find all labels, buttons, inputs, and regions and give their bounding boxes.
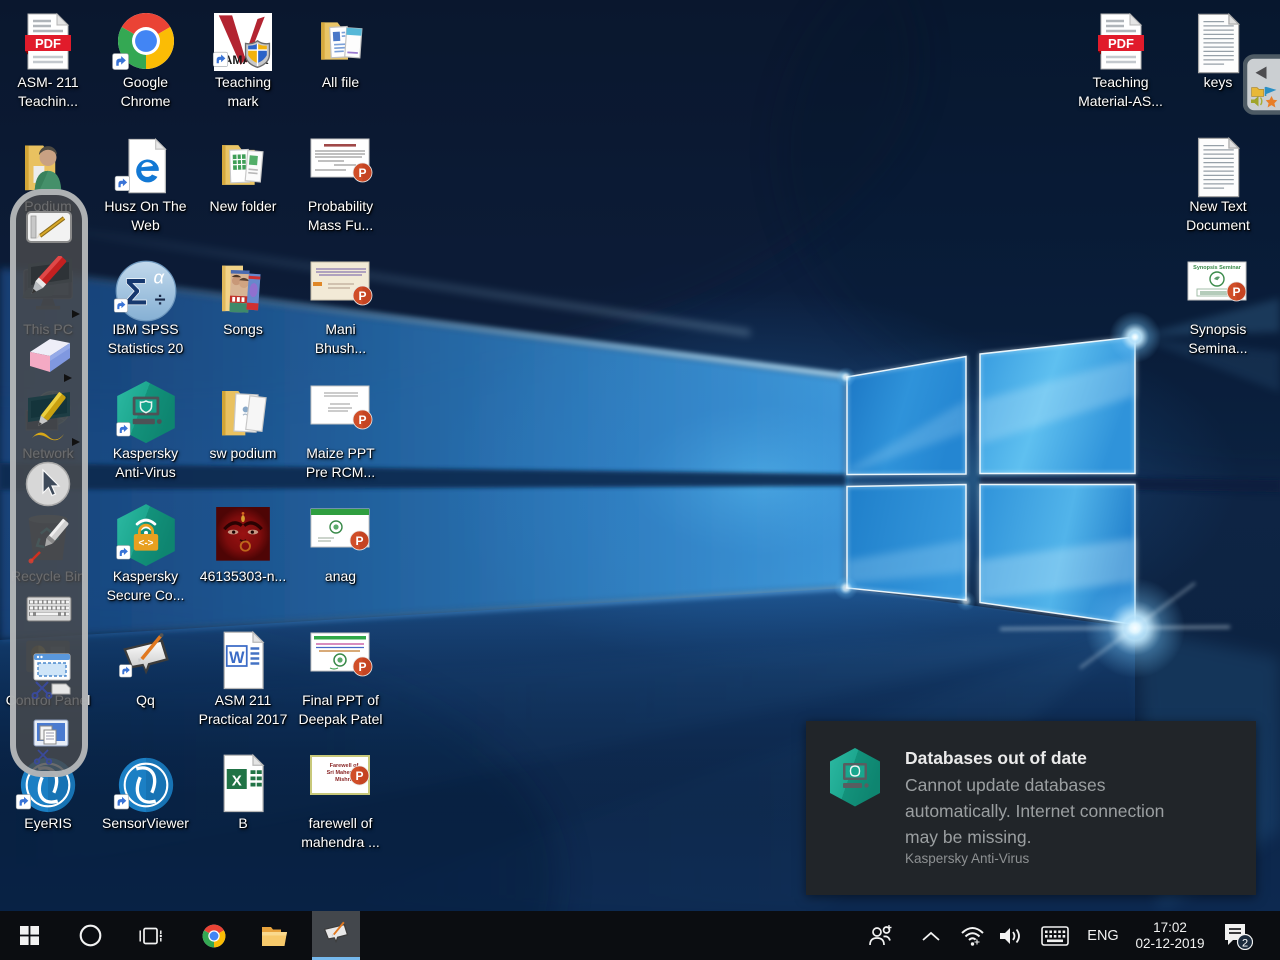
svg-text:÷: ÷	[154, 289, 165, 311]
svg-text:<->: <->	[138, 538, 153, 549]
svg-text:PDF: PDF	[1108, 36, 1134, 51]
svg-text:Synopsis Seminar: Synopsis Seminar	[1193, 265, 1242, 271]
svg-text:PDF: PDF	[35, 36, 61, 51]
svg-text:P: P	[355, 769, 363, 783]
svg-text:P: P	[358, 166, 366, 180]
svg-text:P: P	[358, 289, 366, 303]
svg-text:P: P	[1232, 285, 1240, 299]
svg-text:X: X	[232, 772, 242, 789]
svg-text:Σ: Σ	[124, 271, 146, 313]
svg-text:P: P	[355, 534, 363, 548]
svg-text:2: 2	[1242, 937, 1248, 949]
svg-text:W: W	[229, 649, 245, 667]
svg-text:P: P	[358, 660, 366, 674]
svg-text:α: α	[153, 267, 165, 288]
svg-text:P: P	[358, 413, 366, 427]
